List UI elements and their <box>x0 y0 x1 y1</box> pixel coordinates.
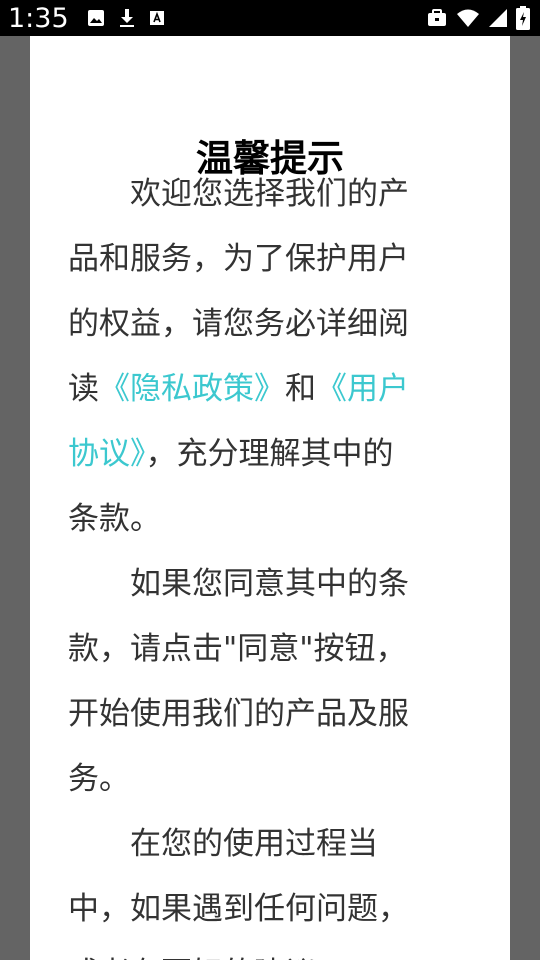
privacy-policy-link[interactable]: 《隐私政策》 <box>99 371 285 407</box>
user-agreement-link[interactable]: 《用户 <box>316 371 409 407</box>
status-time: 1:35 <box>8 2 69 34</box>
text-line: 读《隐私政策》和《用户 <box>68 357 470 422</box>
text-line: 欢迎您选择我们的产 <box>68 162 470 227</box>
paragraph-welcome: 欢迎您选择我们的产 品和服务，为了保护用户 的权益，请您务必详细阅 读《隐私政策… <box>68 162 470 552</box>
wifi-icon <box>456 8 480 28</box>
dialog-content: 欢迎您选择我们的产 品和服务，为了保护用户 的权益，请您务必详细阅 读《隐私政策… <box>68 162 470 960</box>
signal-icon <box>488 8 508 28</box>
text-segment: 读 <box>68 371 99 407</box>
battery-icon <box>516 6 530 30</box>
text-line: 务。 <box>68 761 130 797</box>
text-segment: 如果您同意其中的条 <box>130 566 409 602</box>
paragraph-consent: 如果您同意其中的条 款，请点击"同意"按钮， 开始使用我们的产品及服 务。 <box>68 552 470 812</box>
user-agreement-link-continued[interactable]: 协议》 <box>68 436 146 472</box>
text-segment: 欢迎您选择我们的产 <box>130 176 409 212</box>
text-line: 协议》，充分理解其中的 <box>68 422 470 487</box>
text-segment: 在您的使用过程当 <box>130 826 378 862</box>
status-bar: 1:35 <box>0 0 540 36</box>
text-line: 或者有更好的建议 <box>68 942 470 960</box>
text-line: 中，如果遇到任何问题， <box>68 891 409 927</box>
download-icon <box>118 8 136 28</box>
privacy-dialog: 温馨提示 欢迎您选择我们的产 品和服务，为了保护用户 的权益，请您务必详细阅 读… <box>30 36 510 960</box>
font-icon <box>149 10 165 26</box>
text-segment: ，充分理解其中的 <box>145 436 394 472</box>
briefcase-icon <box>426 8 448 28</box>
text-line: 的权益，请您务必详细阅 <box>68 306 409 342</box>
status-right-icons <box>426 6 530 30</box>
text-line: 如果您同意其中的条 <box>68 552 470 617</box>
paragraph-feedback: 在您的使用过程当 中，如果遇到任何问题， 或者有更好的建议 <box>68 812 470 960</box>
text-line: 开始使用我们的产品及服 <box>68 696 409 732</box>
text-line: 品和服务，为了保护用户 <box>68 241 409 277</box>
image-icon <box>87 9 105 27</box>
text-line: 条款。 <box>68 501 161 537</box>
text-line: 款，请点击"同意"按钮， <box>68 631 407 667</box>
text-segment: 和 <box>285 371 316 407</box>
status-left-icons <box>87 8 165 28</box>
text-line: 在您的使用过程当 <box>68 812 470 877</box>
